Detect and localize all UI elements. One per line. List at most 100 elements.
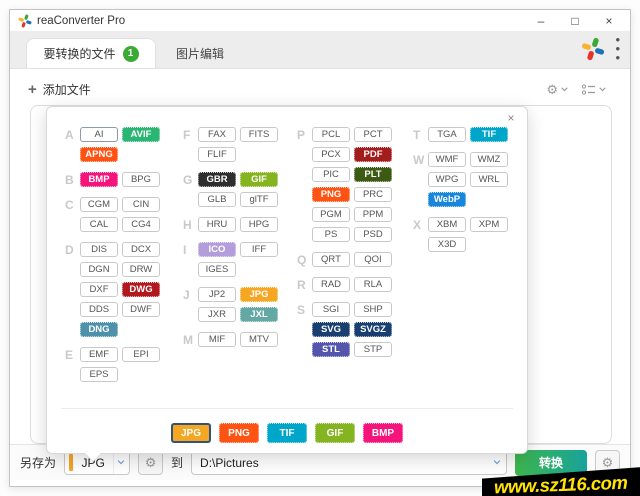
format-group-letter: X	[413, 217, 428, 252]
quick-format-button-gif[interactable]: GIF	[315, 423, 355, 443]
format-picker-panel: × AAIAVIFAPNGBBMPBPGCCGMCINCALCG4DDISDCX…	[46, 106, 528, 454]
format-button-ai[interactable]: AI	[80, 127, 118, 142]
format-button-drw[interactable]: DRW	[122, 262, 160, 277]
quick-format-button-png[interactable]: PNG	[219, 423, 259, 443]
format-button-wpg[interactable]: WPG	[428, 172, 466, 187]
format-button-pic[interactable]: PIC	[312, 167, 350, 182]
format-button-webp[interactable]: WebP	[428, 192, 466, 207]
close-button[interactable]: ×	[592, 10, 626, 31]
format-button-cg4[interactable]: CG4	[122, 217, 160, 232]
format-button-sgi[interactable]: SGI	[312, 302, 350, 317]
panel-close-icon[interactable]: ×	[503, 111, 519, 127]
add-files-button[interactable]: + 添加文件	[28, 81, 91, 98]
format-button-png[interactable]: PNG	[312, 187, 350, 202]
format-button-prc[interactable]: PRC	[354, 187, 392, 202]
minimize-button[interactable]: –	[524, 10, 558, 31]
format-button-gbr[interactable]: GBR	[198, 172, 236, 187]
format-button-svgz[interactable]: SVGZ	[354, 322, 392, 337]
format-button-flif[interactable]: FLIF	[198, 147, 236, 162]
format-button-hru[interactable]: HRU	[198, 217, 236, 232]
format-button-qrt[interactable]: QRT	[312, 252, 350, 267]
format-button-ico[interactable]: ICO	[198, 242, 236, 257]
format-button-jpg[interactable]: JPG	[240, 287, 278, 302]
format-button-dcx[interactable]: DCX	[122, 242, 160, 257]
quick-format-button-bmp[interactable]: BMP	[363, 423, 403, 443]
format-button-stl[interactable]: STL	[312, 342, 350, 357]
format-group-letter: R	[297, 277, 312, 292]
format-group-p: PPCLPCTPCXPDFPICPLTPNGPRCPGMPPMPSPSD	[297, 127, 398, 242]
save-as-label: 另存为	[20, 454, 56, 471]
format-button-dds[interactable]: DDS	[80, 302, 118, 317]
format-button-gltf[interactable]: glTF	[240, 192, 278, 207]
format-button-xpm[interactable]: XPM	[470, 217, 508, 232]
more-menu-icon[interactable]: •••	[615, 35, 620, 62]
format-button-rad[interactable]: RAD	[312, 277, 350, 292]
format-button-jp2[interactable]: JP2	[198, 287, 236, 302]
format-button-iff[interactable]: IFF	[240, 242, 278, 257]
format-button-epi[interactable]: EPI	[122, 347, 160, 362]
quick-format-button-tif[interactable]: TIF	[267, 423, 307, 443]
format-button-shp[interactable]: SHP	[354, 302, 392, 317]
format-button-bmp[interactable]: BMP	[80, 172, 118, 187]
format-button-rla[interactable]: RLA	[354, 277, 392, 292]
format-button-ps[interactable]: PS	[312, 227, 350, 242]
format-button-cal[interactable]: CAL	[80, 217, 118, 232]
format-buttons: AI AVIF APNG	[80, 127, 166, 162]
format-button-xbm[interactable]: XBM	[428, 217, 466, 232]
sort-dropdown[interactable]	[582, 84, 606, 95]
combo-chevron[interactable]	[488, 451, 506, 474]
window-title: reaConverter Pro	[37, 15, 125, 27]
format-button-dis[interactable]: DIS	[80, 242, 118, 257]
format-button-pdf[interactable]: PDF	[354, 147, 392, 162]
format-button-emf[interactable]: EMF	[80, 347, 118, 362]
format-buttons: EMF EPI EPS	[80, 347, 166, 382]
format-button-pgm[interactable]: PGM	[312, 207, 350, 222]
format-button-dwf[interactable]: DWF	[122, 302, 160, 317]
format-button-wmf[interactable]: WMF	[428, 152, 466, 167]
format-button-jxr[interactable]: JXR	[198, 307, 236, 322]
convert-button[interactable]: 转换	[515, 450, 587, 476]
format-button-pcx[interactable]: PCX	[312, 147, 350, 162]
format-button-dng[interactable]: DNG	[80, 322, 118, 337]
format-button-apng[interactable]: APNG	[80, 147, 118, 162]
format-button-jxl[interactable]: JXL	[240, 307, 278, 322]
combo-chevron[interactable]	[113, 451, 129, 474]
format-button-qoi[interactable]: QOI	[354, 252, 392, 267]
maximize-button[interactable]: □	[558, 10, 592, 31]
format-button-wmz[interactable]: WMZ	[470, 152, 508, 167]
format-button-dxf[interactable]: DXF	[80, 282, 118, 297]
format-button-psd[interactable]: PSD	[354, 227, 392, 242]
settings-dropdown[interactable]: ⚙	[546, 83, 568, 96]
format-button-mtv[interactable]: MTV	[240, 332, 278, 347]
format-button-dgn[interactable]: DGN	[80, 262, 118, 277]
format-button-x3d[interactable]: X3D	[428, 237, 466, 252]
format-button-mif[interactable]: MIF	[198, 332, 236, 347]
format-button-eps[interactable]: EPS	[80, 367, 118, 382]
tab-image-editing[interactable]: 图片编辑	[160, 38, 240, 68]
format-button-stp[interactable]: STP	[354, 342, 392, 357]
chevron-down-icon	[599, 87, 606, 92]
format-button-fax[interactable]: FAX	[198, 127, 236, 142]
format-button-plt[interactable]: PLT	[354, 167, 392, 182]
format-button-pcl[interactable]: PCL	[312, 127, 350, 142]
format-button-dwg[interactable]: DWG	[122, 282, 160, 297]
format-group-c: CCGMCINCALCG4	[65, 197, 166, 232]
format-button-hpg[interactable]: HPG	[240, 217, 278, 232]
format-button-tga[interactable]: TGA	[428, 127, 466, 142]
format-button-glb[interactable]: GLB	[198, 192, 236, 207]
format-button-bpg[interactable]: BPG	[122, 172, 160, 187]
format-button-wrl[interactable]: WRL	[470, 172, 508, 187]
quick-format-button-jpg[interactable]: JPG	[171, 423, 211, 443]
format-button-cgm[interactable]: CGM	[80, 197, 118, 212]
format-button-cin[interactable]: CIN	[122, 197, 160, 212]
chevron-down-icon	[493, 460, 501, 465]
format-button-svg[interactable]: SVG	[312, 322, 350, 337]
format-button-tif[interactable]: TIF	[470, 127, 508, 142]
format-button-iges[interactable]: IGES	[198, 262, 236, 277]
format-button-avif[interactable]: AVIF	[122, 127, 160, 142]
format-button-fits[interactable]: FITS	[240, 127, 278, 142]
format-button-ppm[interactable]: PPM	[354, 207, 392, 222]
format-button-gif[interactable]: GIF	[240, 172, 278, 187]
tab-files-to-convert[interactable]: 要转换的文件 1	[26, 38, 156, 68]
format-button-pct[interactable]: PCT	[354, 127, 392, 142]
